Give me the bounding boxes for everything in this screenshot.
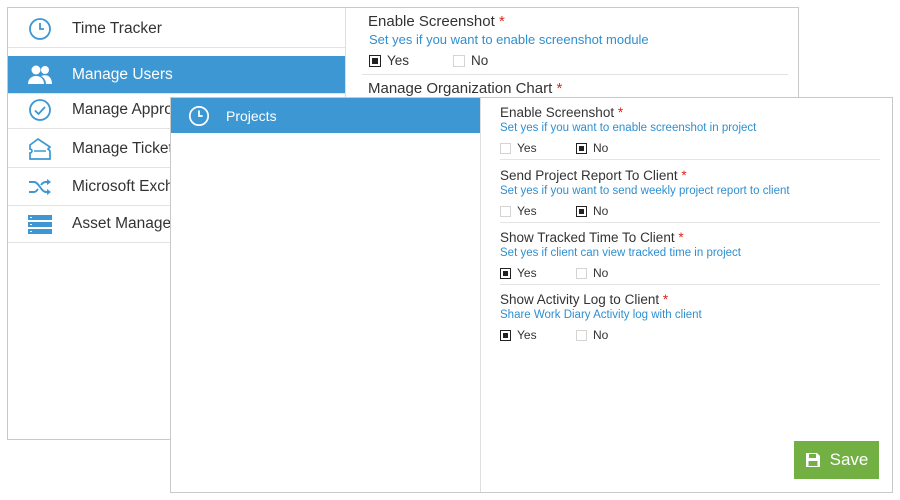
yes-label: Yes <box>517 266 537 280</box>
required-marker: * <box>681 168 687 183</box>
no-option[interactable]: No <box>453 53 488 68</box>
project-sidebar: Projects <box>171 98 481 492</box>
project-settings-window: Projects Enable Screenshot * Set yes if … <box>170 97 893 493</box>
no-label: No <box>593 204 609 218</box>
setting-description: Set yes if you want to enable screenshot… <box>369 32 649 47</box>
yes-label: Yes <box>517 204 537 218</box>
setting-description: Set yes if you want to send weekly proje… <box>500 185 790 197</box>
floppy-disk-icon <box>805 452 821 468</box>
setting-show-activity-log: Show Activity Log to Client * Share Work… <box>500 286 880 348</box>
sidebar-item-label: Projects <box>226 107 277 124</box>
yes-no-options: Yes No <box>500 266 608 280</box>
required-marker: * <box>556 80 563 97</box>
required-marker: * <box>662 292 669 307</box>
setting-title-text: Show Tracked Time To Client <box>500 230 675 245</box>
setting-send-project-report: Send Project Report To Client * Set yes … <box>500 162 880 224</box>
setting-title-text: Enable Screenshot <box>368 13 495 30</box>
yes-option[interactable]: Yes <box>500 204 576 218</box>
setting-title-text: Enable Screenshot <box>500 105 615 120</box>
sidebar-item-manage-users[interactable]: Manage Users <box>8 56 345 94</box>
sidebar-item-label: Manage Tickets <box>72 139 181 157</box>
sidebar-item-label: Manage Users <box>72 65 173 83</box>
yes-option[interactable]: Yes <box>369 53 453 68</box>
save-button-label: Save <box>829 450 869 469</box>
no-option[interactable]: No <box>576 266 608 280</box>
save-button[interactable]: Save <box>794 441 879 479</box>
no-option[interactable]: No <box>576 204 608 218</box>
required-marker: * <box>617 105 624 120</box>
check-circle-icon <box>8 98 72 122</box>
setting-description: Share Work Diary Activity log with clien… <box>500 309 702 321</box>
list-icon <box>8 213 72 235</box>
setting-title-text: Manage Organization Chart <box>368 80 553 97</box>
setting-show-tracked-time: Show Tracked Time To Client * Set yes if… <box>500 224 880 286</box>
yes-checkbox[interactable] <box>500 267 511 279</box>
yes-option[interactable]: Yes <box>500 141 576 155</box>
yes-option[interactable]: Yes <box>500 328 576 342</box>
no-checkbox[interactable] <box>576 329 587 341</box>
yes-no-options: Yes No <box>500 328 608 342</box>
setting-title: Enable Screenshot * <box>368 13 505 30</box>
yes-checkbox[interactable] <box>500 142 511 154</box>
yes-label: Yes <box>517 328 537 342</box>
divider <box>500 222 880 223</box>
yes-checkbox[interactable] <box>500 205 511 217</box>
divider <box>500 159 880 160</box>
required-marker: * <box>498 13 505 30</box>
no-checkbox[interactable] <box>576 205 587 217</box>
yes-checkbox[interactable] <box>500 329 511 341</box>
shuffle-icon <box>8 176 72 198</box>
no-label: No <box>593 266 609 280</box>
setting-description: Set yes if you want to enable screenshot… <box>500 122 757 134</box>
sidebar-item-time-tracker[interactable]: Time Tracker <box>8 10 345 48</box>
no-label: No <box>593 328 609 342</box>
setting-title: Show Tracked Time To Client * <box>500 230 684 245</box>
no-label: No <box>593 141 609 155</box>
sidebar-item-label: Time Tracker <box>72 19 162 37</box>
setting-title: Send Project Report To Client * <box>500 168 687 183</box>
no-checkbox[interactable] <box>453 54 465 67</box>
divider <box>362 74 788 75</box>
ticket-icon <box>8 137 72 161</box>
setting-title: Enable Screenshot * <box>500 105 623 120</box>
setting-title: Show Activity Log to Client * <box>500 292 668 307</box>
yes-label: Yes <box>517 141 537 155</box>
yes-checkbox[interactable] <box>369 54 381 67</box>
no-checkbox[interactable] <box>576 267 587 279</box>
divider <box>500 284 880 285</box>
no-option[interactable]: No <box>576 328 608 342</box>
setting-description: Set yes if client can view tracked time … <box>500 247 741 259</box>
yes-option[interactable]: Yes <box>500 266 576 280</box>
setting-enable-screenshot: Enable Screenshot * Set yes if you want … <box>500 99 880 161</box>
yes-label: Yes <box>387 53 410 68</box>
sidebar-item-projects[interactable]: Projects <box>171 98 480 133</box>
no-checkbox[interactable] <box>576 142 587 154</box>
users-icon <box>8 64 72 86</box>
clock-icon <box>8 17 72 41</box>
setting-title-text: Show Activity Log to Client <box>500 292 660 307</box>
clock-icon <box>171 105 226 127</box>
no-option[interactable]: No <box>576 141 608 155</box>
setting-title-text: Send Project Report To Client <box>500 168 678 183</box>
setting-title: Manage Organization Chart * <box>368 80 562 97</box>
no-label: No <box>471 53 489 68</box>
yes-no-options: Yes No <box>500 141 608 155</box>
yes-no-options: Yes No <box>369 53 488 68</box>
required-marker: * <box>678 230 684 245</box>
yes-no-options: Yes No <box>500 204 608 218</box>
